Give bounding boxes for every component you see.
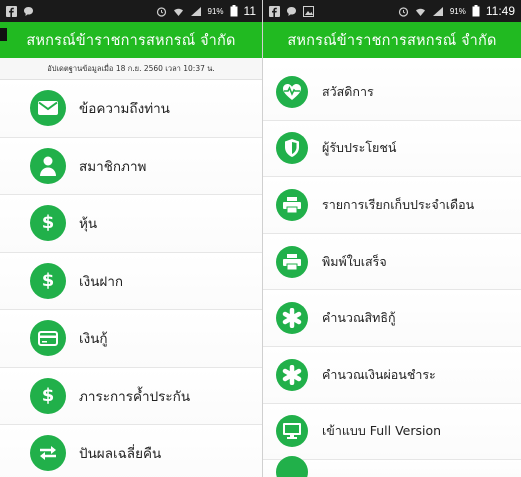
menu-item-label: พิมพ์ใบเสร็จ: [322, 253, 387, 269]
credit-card-icon: [30, 320, 66, 357]
menu-item-label: สมาชิกภาพ: [79, 158, 147, 175]
menu-item-label: ภาระการค้ำประกัน: [79, 388, 191, 405]
chat-notification-icon: [23, 6, 34, 17]
menu-item-loan-eligibility[interactable]: คำนวณสิทธิกู้: [263, 290, 521, 347]
status-bar: 91% 11:49: [263, 0, 521, 22]
menu-item-installment-calculator[interactable]: คำนวณเงินผ่อนชำระ: [263, 346, 521, 404]
menu-item-full-version[interactable]: เข้าแบบ Full Version: [263, 403, 521, 461]
envelope-icon: [30, 90, 66, 127]
exchange-icon: [30, 435, 66, 472]
menu-item-guarantees[interactable]: $ ภาระการค้ำประกัน: [0, 367, 262, 425]
last-updated-text: อัปเดตฐานข้อมูลเมื่อ 18 ก.ย. 2560 เวลา 1…: [47, 63, 215, 73]
dollar-icon: $: [30, 205, 66, 242]
menu-item-label: ปันผลเฉลี่ยคืน: [79, 446, 162, 463]
wifi-icon: [173, 6, 184, 17]
battery-icon: [472, 5, 480, 17]
app-title-bar: สหกรณ์ข้าราชการสหกรณ์ จำกัด: [263, 22, 521, 58]
status-time: 11:49: [485, 4, 515, 18]
left-phone-screen: 91% 11 สหกรณ์ข้าราชการสหกรณ์ จำกัด อัปเด…: [0, 0, 262, 477]
menu-item-label: รายการเรียกเก็บประจำเดือน: [322, 196, 475, 212]
app-title-bar: สหกรณ์ข้าราชการสหกรณ์ จำกัด: [0, 22, 262, 58]
menu-item-label: คำนวณสิทธิกู้: [322, 310, 396, 326]
status-time: 11: [243, 4, 256, 18]
status-bar: 91% 11: [0, 0, 262, 22]
dollar-icon: $: [30, 377, 66, 414]
menu-item-deposits[interactable]: $ เงินฝาก: [0, 252, 262, 310]
facebook-notification-icon: [269, 5, 280, 17]
person-icon: [30, 147, 66, 184]
wifi-icon: [415, 6, 426, 17]
menu-item-messages[interactable]: ข้อความถึงท่าน: [0, 80, 262, 138]
menu-item-label: เงินกู้: [79, 331, 108, 348]
menu-item-shares[interactable]: $ หุ้น: [0, 195, 262, 253]
menu-item-dividends[interactable]: ปันผลเฉลี่ยคืน: [0, 425, 262, 477]
last-updated-bar: อัปเดตฐานข้อมูลเมื่อ 18 ก.ย. 2560 เวลา 1…: [0, 58, 262, 80]
printer-icon: [276, 245, 308, 278]
menu-item-partial[interactable]: [263, 455, 521, 477]
main-menu: ข้อความถึงท่าน สมาชิกภาพ $ หุ้น $ เงินฝา…: [0, 80, 262, 477]
battery-icon: [230, 5, 238, 17]
screen-edge-shadow: [0, 28, 7, 41]
asterisk-icon: [276, 302, 308, 335]
more-menu: สวัสดิการ ผู้รับประโยชน์ รายการเรียกเก็บ…: [263, 64, 521, 477]
battery-text: 91%: [449, 6, 466, 16]
right-phone-screen: 91% 11:49 สหกรณ์ข้าราชการสหกรณ์ จำกัด สว…: [262, 0, 521, 477]
app-title: สหกรณ์ข้าราชการสหกรณ์ จำกัด: [287, 32, 497, 49]
menu-item-label: ผู้รับประโยชน์: [322, 140, 397, 156]
dollar-icon: $: [30, 262, 66, 299]
menu-item-welfare[interactable]: สวัสดิการ: [263, 64, 521, 121]
signal-icon: [432, 6, 444, 17]
heartbeat-icon: [276, 75, 308, 108]
menu-item-label: เข้าแบบ Full Version: [322, 423, 442, 439]
shield-icon: [276, 132, 308, 165]
app-title: สหกรณ์ข้าราชการสหกรณ์ จำกัด: [26, 32, 236, 49]
menu-item-label: สวัสดิการ: [322, 83, 374, 99]
facebook-notification-icon: [6, 5, 17, 17]
asterisk-icon: [276, 358, 308, 391]
menu-item-label: ข้อความถึงท่าน: [79, 101, 170, 118]
menu-item-label: เงินฝาก: [79, 273, 124, 290]
printer-icon: [276, 188, 308, 221]
menu-item-membership[interactable]: สมาชิกภาพ: [0, 137, 262, 195]
monitor-icon: [276, 415, 308, 448]
menu-item-loans[interactable]: เงินกู้: [0, 310, 262, 368]
menu-item-label: หุ้น: [79, 216, 98, 233]
alarm-icon: [398, 6, 409, 17]
menu-item-label: คำนวณเงินผ่อนชำระ: [322, 366, 436, 382]
menu-item-beneficiaries[interactable]: ผู้รับประโยชน์: [263, 120, 521, 178]
signal-icon: [190, 6, 202, 17]
gallery-notification-icon: [303, 5, 314, 17]
battery-text: 91%: [207, 6, 224, 16]
menu-item-monthly-billing[interactable]: รายการเรียกเก็บประจำเดือน: [263, 177, 521, 234]
alarm-icon: [156, 6, 167, 17]
menu-item-print-receipt[interactable]: พิมพ์ใบเสร็จ: [263, 233, 521, 291]
chat-notification-icon: [286, 6, 297, 17]
